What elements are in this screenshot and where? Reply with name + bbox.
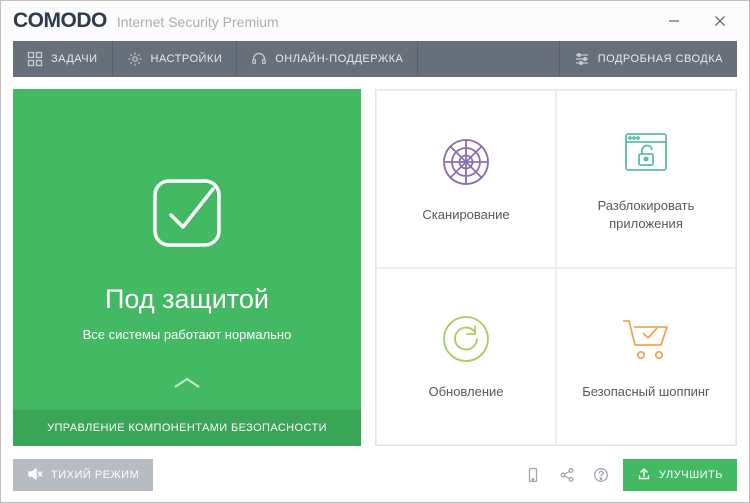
share-icon[interactable] [555, 463, 579, 487]
unlock-window-icon [620, 125, 672, 181]
close-button[interactable] [697, 1, 743, 41]
chevron-up-icon [172, 376, 202, 395]
tile-unblock[interactable]: Разблокировать приложения [556, 90, 736, 268]
toolbar-tasks[interactable]: ЗАДАЧИ [13, 41, 113, 77]
tile-update-label: Обновление [428, 383, 503, 401]
minimize-icon [668, 15, 680, 27]
improve-label: УЛУЧШИТЬ [659, 469, 723, 481]
manage-security-components-button[interactable]: УПРАВЛЕНИЕ КОМПОНЕНТАМИ БЕЗОПАСНОСТИ [13, 410, 361, 446]
tile-scan-label: Сканирование [422, 206, 509, 224]
brand-logo: COMODO [13, 9, 107, 33]
minimize-button[interactable] [651, 1, 697, 41]
cart-check-icon [617, 311, 675, 367]
tile-shopping[interactable]: Безопасный шоппинг [556, 268, 736, 446]
toolbar-detailed[interactable]: ПОДРОБНАЯ СВОДКА [560, 41, 737, 77]
refresh-icon [440, 311, 492, 367]
tile-scan[interactable]: Сканирование [376, 90, 556, 268]
status-subtitle: Все системы работают нормально [83, 327, 292, 342]
tiles-grid: Сканирование Разблокировать приложения [375, 89, 737, 446]
brand-subtitle: Internet Security Premium [117, 14, 279, 30]
grid-icon [27, 51, 43, 67]
upload-icon [637, 467, 651, 484]
toolbar-settings[interactable]: НАСТРОЙКИ [113, 41, 238, 77]
speaker-mute-icon [27, 466, 43, 485]
check-shield-icon [141, 167, 233, 264]
tile-update[interactable]: Обновление [376, 268, 556, 446]
footer: ТИХИЙ РЕЖИМ УЛУЧШИТЬ [1, 458, 749, 502]
tile-shopping-label: Безопасный шоппинг [582, 383, 710, 401]
toolbar-support[interactable]: ОНЛАЙН-ПОДДЕРЖКА [237, 41, 418, 77]
toolbar: ЗАДАЧИ НАСТРОЙКИ ОНЛАЙН-ПОДДЕРЖКА ПОДРОБ… [13, 41, 737, 77]
gear-icon [127, 51, 143, 67]
sliders-icon [574, 51, 590, 67]
toolbar-detailed-label: ПОДРОБНАЯ СВОДКА [598, 53, 723, 65]
brand: COMODO Internet Security Premium [13, 9, 279, 33]
status-card: Под защитой Все системы работают нормаль… [13, 89, 361, 446]
status-footer-label: УПРАВЛЕНИЕ КОМПОНЕНТАМИ БЕЗОПАСНОСТИ [47, 422, 327, 434]
quiet-mode-label: ТИХИЙ РЕЖИМ [51, 469, 139, 481]
radar-icon [440, 134, 492, 190]
quiet-mode-button[interactable]: ТИХИЙ РЕЖИМ [13, 459, 153, 491]
tile-unblock-label: Разблокировать приложения [598, 197, 695, 232]
status-title: Под защитой [105, 284, 269, 315]
main-area: Под защитой Все системы работают нормаль… [1, 77, 749, 458]
headset-icon [251, 51, 267, 67]
help-icon[interactable] [589, 463, 613, 487]
mobile-icon[interactable] [521, 463, 545, 487]
toolbar-settings-label: НАСТРОЙКИ [151, 53, 223, 65]
improve-button[interactable]: УЛУЧШИТЬ [623, 459, 737, 491]
close-icon [714, 15, 726, 27]
toolbar-support-label: ОНЛАЙН-ПОДДЕРЖКА [275, 53, 403, 65]
toolbar-tasks-label: ЗАДАЧИ [51, 53, 98, 65]
titlebar: COMODO Internet Security Premium [1, 1, 749, 41]
